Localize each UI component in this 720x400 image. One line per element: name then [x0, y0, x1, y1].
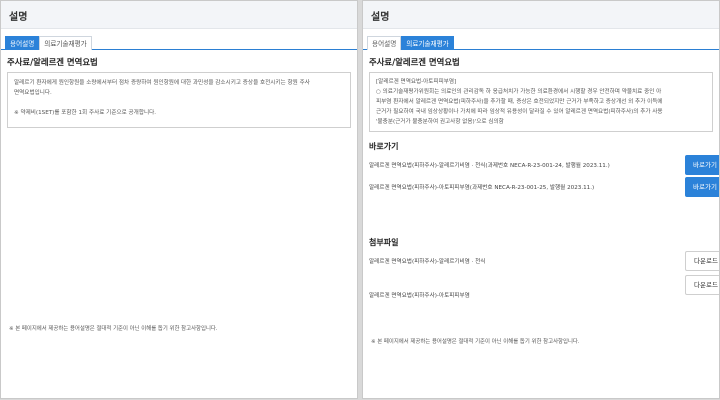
shortcut-text: 알레르겐 면역요법(피하주사)-알레르기비염 · 천식(과제번호 NECA-R-… [369, 163, 610, 169]
description-line: '불충분(근거가 불충분하여 권고사항 없음)'으로 심의함 [376, 119, 504, 125]
tab-term-description[interactable]: 용어설명 [367, 36, 402, 50]
attachment-text: 알레르겐 면역요법(피하주사)-알레르기비염 · 천식 [369, 259, 486, 265]
description-line: ○ 의료기술재평가위원회는 의료인의 관리감독 하 응급처치가 가능한 의료환경… [376, 89, 662, 95]
description-line [14, 98, 344, 108]
left-panel: 설명 용어설명 의료기술재평가 주사료/알레르겐 면역요법 알레르기 환자에게 … [0, 0, 358, 399]
download-button[interactable]: 다운로드 [685, 251, 719, 271]
section-title: 주사료/알레르겐 면역요법 [369, 57, 460, 67]
shortcut-title: 바로가기 [369, 142, 399, 151]
section-title: 주사료/알레르겐 면역요법 [7, 57, 98, 67]
tab-bar: 용어설명 의료기술재평가 [1, 32, 357, 50]
tab-bar: 용어설명 의료기술재평가 [363, 32, 719, 50]
footnote: ※ 본 페이지에서 제공하는 용어설명은 절대적 기준이 아닌 이해를 돕기 위… [371, 339, 580, 345]
download-button[interactable]: 다운로드 [685, 275, 719, 295]
description-line: [알레르겐 면역요법-아토피피부염] [376, 79, 457, 85]
description-line: 근거가 필요하여 국내 임상상황이나 가치에 따라 임상적 유용성이 달라질 수… [376, 109, 663, 115]
description-line: 알레르기 환자에게 원인항원을 소량에서부터 점차 증량하여 원인항원에 대한 … [14, 80, 310, 86]
shortcut-row: 알레르겐 면역요법(피하주사)-알레르기비염 · 천식(과제번호 NECA-R-… [369, 155, 719, 175]
description-box: 알레르기 환자에게 원인항원을 소량에서부터 점차 증량하여 원인항원에 대한 … [7, 72, 351, 128]
attachment-title: 첨부파일 [369, 238, 399, 247]
shortcut-button[interactable]: 바로가기 [685, 155, 719, 175]
attachment-row: 알레르겐 면역요법(피하주사)-아토피피부염 다운로드 [369, 275, 719, 299]
panel-title: 설명 [363, 1, 719, 29]
tab-tech-reassessment[interactable]: 의료기술재평가 [401, 36, 454, 50]
shortcut-text: 알레르겐 면역요법(피하주사)-아토피피부염(과제번호 NECA-R-23-00… [369, 185, 595, 191]
description-box: [알레르겐 면역요법-아토피피부염] ○ 의료기술재평가위원회는 의료인의 관리… [369, 72, 713, 132]
shortcut-button[interactable]: 바로가기 [685, 177, 719, 197]
app-frame: 설명 용어설명 의료기술재평가 주사료/알레르겐 면역요법 알레르기 환자에게 … [0, 0, 720, 400]
footnote: ※ 본 페이지에서 제공하는 용어설명은 절대적 기준이 아닌 이해를 돕기 위… [9, 326, 218, 332]
panel-title: 설명 [1, 1, 357, 29]
attachment-row: 알레르겐 면역요법(피하주사)-알레르기비염 · 천식 다운로드 [369, 251, 719, 271]
description-line: 면역요법입니다. [14, 90, 52, 96]
tab-term-description[interactable]: 용어설명 [5, 36, 40, 50]
shortcut-row: 알레르겐 면역요법(피하주사)-아토피피부염(과제번호 NECA-R-23-00… [369, 177, 719, 197]
description-line: ※ 약제비(1SET)를 포함한 1회 주사료 기준으로 공개합니다. [14, 110, 157, 116]
right-panel: 설명 용어설명 의료기술재평가 주사료/알레르겐 면역요법 [알레르겐 면역요법… [362, 0, 720, 399]
description-line: 피부염 환자에서 알레르겐 면역요법(피하주사)을 추가할 때, 증상은 호전되… [376, 99, 663, 105]
tab-tech-reassessment[interactable]: 의료기술재평가 [39, 36, 92, 50]
attachment-text: 알레르겐 면역요법(피하주사)-아토피피부염 [369, 293, 470, 299]
